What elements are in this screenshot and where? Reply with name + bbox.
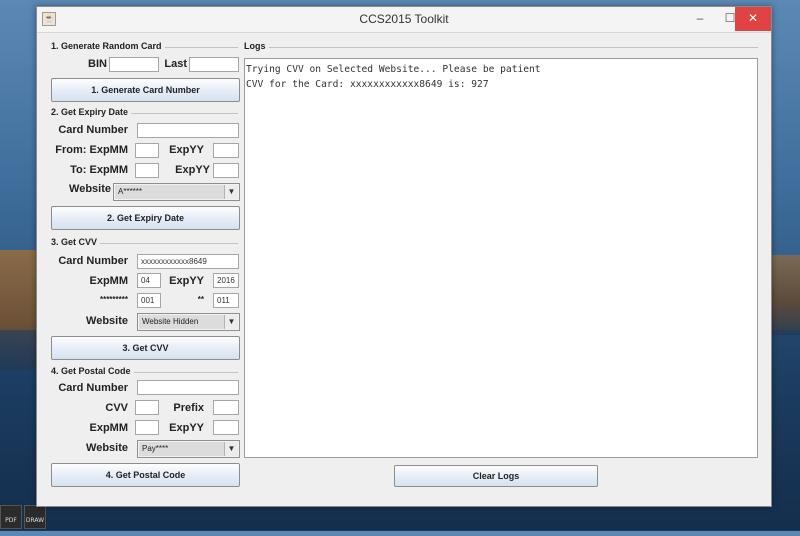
title-bar[interactable]: ☕ CCS2015 Toolkit – ☐ ✕ bbox=[37, 7, 771, 33]
to-expyy-label: ExpYY bbox=[175, 164, 210, 176]
section4-expyy-label: ExpYY bbox=[169, 422, 204, 434]
taskbar-item-pdf[interactable]: PDF bbox=[0, 505, 22, 529]
section2-card-number-input[interactable] bbox=[137, 123, 239, 138]
section4-expyy-input[interactable] bbox=[213, 420, 239, 435]
section3-masked-label-a: ********* bbox=[99, 295, 128, 304]
from-expmm-input[interactable] bbox=[135, 143, 159, 158]
from-expyy-input[interactable] bbox=[213, 143, 239, 158]
section4-prefix-label: Prefix bbox=[173, 402, 204, 414]
taskbar: PDF DRAW bbox=[0, 505, 48, 529]
section2-website-select[interactable]: A****** ▼ bbox=[113, 183, 240, 201]
chevron-down-icon[interactable]: ▼ bbox=[224, 442, 238, 456]
from-expyy-label: ExpYY bbox=[169, 144, 204, 156]
from-expmm-label: From: ExpMM bbox=[55, 144, 128, 156]
clear-logs-button[interactable]: Clear Logs bbox=[394, 465, 598, 487]
section4-prefix-input[interactable] bbox=[213, 400, 239, 415]
section4-website-value: Pay**** bbox=[139, 442, 224, 456]
section2-website-value: A****** bbox=[115, 185, 224, 199]
get-postal-code-button[interactable]: 4. Get Postal Code bbox=[51, 463, 240, 487]
section3-card-number-label: Card Number bbox=[58, 255, 128, 267]
section3-card-number-input[interactable] bbox=[137, 254, 239, 269]
section3-expmm-label: ExpMM bbox=[89, 275, 129, 287]
minimize-icon[interactable]: – bbox=[685, 7, 715, 31]
section3-expmm-input[interactable] bbox=[137, 273, 161, 288]
last-input[interactable] bbox=[189, 57, 239, 72]
logs-textarea[interactable]: Trying CVV on Selected Website... Please… bbox=[244, 58, 758, 458]
section2-title: 2. Get Expiry Date bbox=[51, 107, 132, 117]
section4-expmm-label: ExpMM bbox=[89, 422, 129, 434]
section3-expyy-input[interactable] bbox=[213, 273, 239, 288]
app-window: ☕ CCS2015 Toolkit – ☐ ✕ 1. Generate Rand… bbox=[36, 6, 772, 507]
section3-website-value: Website Hidden bbox=[139, 315, 224, 329]
section4-expmm-input[interactable] bbox=[135, 420, 159, 435]
section3-masked-input-a[interactable] bbox=[137, 293, 161, 308]
to-expyy-input[interactable] bbox=[213, 163, 239, 178]
taskbar-item-draw[interactable]: DRAW bbox=[24, 505, 46, 529]
section4-cvv-label: CVV bbox=[105, 402, 128, 414]
bin-input[interactable] bbox=[109, 57, 159, 72]
section4-website-label: Website bbox=[86, 442, 128, 454]
close-icon[interactable]: ✕ bbox=[735, 7, 771, 31]
section3-masked-label-b: ** bbox=[197, 295, 204, 304]
log-line: CVV for the Card: xxxxxxxxxxxx8649 is: 9… bbox=[246, 79, 489, 90]
get-cvv-button[interactable]: 3. Get CVV bbox=[51, 336, 240, 360]
background-buildings-right bbox=[770, 255, 800, 335]
log-line: Trying CVV on Selected Website... Please… bbox=[246, 64, 541, 75]
section4-website-select[interactable]: Pay**** ▼ bbox=[137, 440, 240, 458]
section2-card-number-label: Card Number bbox=[58, 124, 128, 136]
section3-website-label: Website bbox=[86, 315, 128, 327]
logs-title: Logs bbox=[244, 41, 269, 51]
bin-label: BIN bbox=[88, 58, 107, 70]
section4-title: 4. Get Postal Code bbox=[51, 366, 134, 376]
section2-website-label: Website bbox=[69, 183, 111, 195]
section3-expyy-label: ExpYY bbox=[169, 275, 204, 287]
section4-cvv-input[interactable] bbox=[135, 400, 159, 415]
section4-card-number-label: Card Number bbox=[58, 382, 128, 394]
section3-website-select[interactable]: Website Hidden ▼ bbox=[137, 313, 240, 331]
section3-masked-input-b[interactable] bbox=[213, 293, 239, 308]
get-expiry-date-button[interactable]: 2. Get Expiry Date bbox=[51, 206, 240, 230]
to-expmm-label: To: ExpMM bbox=[70, 164, 128, 176]
chevron-down-icon[interactable]: ▼ bbox=[224, 315, 238, 329]
last-label: Last bbox=[164, 58, 187, 70]
generate-card-number-button[interactable]: 1. Generate Card Number bbox=[51, 78, 240, 102]
logs-rule bbox=[244, 47, 758, 48]
section1-title: 1. Generate Random Card bbox=[51, 41, 165, 51]
chevron-down-icon[interactable]: ▼ bbox=[224, 185, 238, 199]
window-title: CCS2015 Toolkit bbox=[359, 12, 449, 26]
to-expmm-input[interactable] bbox=[135, 163, 159, 178]
section4-card-number-input[interactable] bbox=[137, 380, 239, 395]
section3-title: 3. Get CVV bbox=[51, 237, 101, 247]
